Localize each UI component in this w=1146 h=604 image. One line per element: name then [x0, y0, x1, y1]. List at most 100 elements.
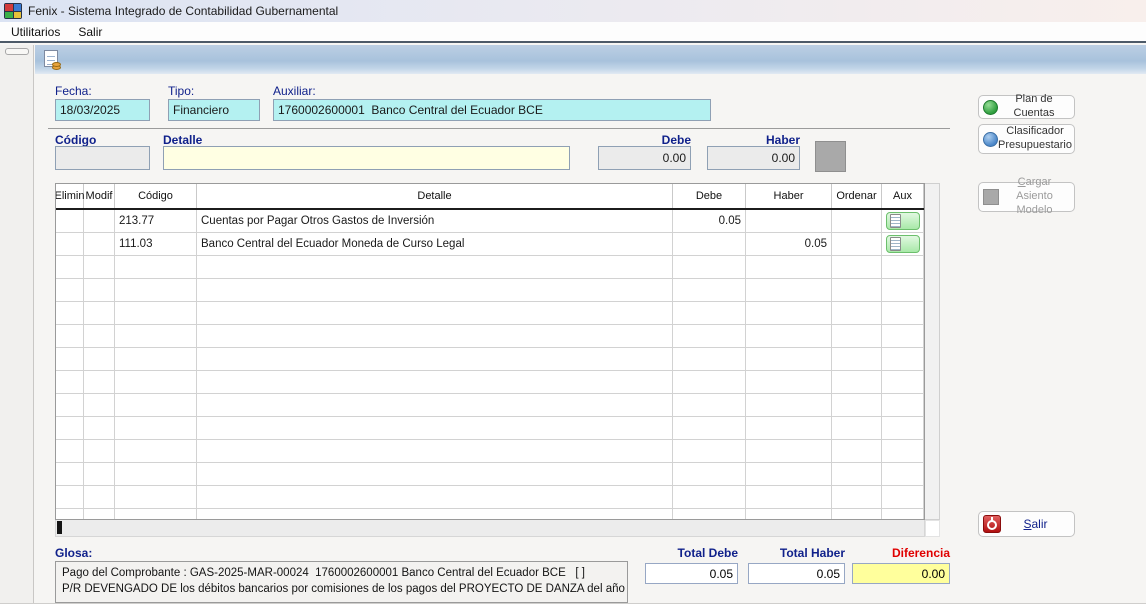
cell-detalle[interactable]: Banco Central del Ecuador Moneda de Curs… [197, 233, 673, 256]
dock-panel-grip[interactable] [5, 48, 29, 55]
cell-detalle [197, 394, 673, 417]
table-row [56, 509, 924, 520]
cell-debe[interactable]: 0.05 [673, 210, 746, 233]
cell-detalle [197, 348, 673, 371]
vertical-scrollbar[interactable] [925, 183, 940, 520]
debe-input[interactable]: 0.00 [598, 146, 691, 170]
table-row[interactable]: 213.77Cuentas por Pagar Otros Gastos de … [56, 210, 924, 233]
cell-aux[interactable] [882, 233, 924, 256]
cell-debe [673, 256, 746, 279]
menu-item-salir[interactable]: Salir [69, 23, 111, 41]
aux-button[interactable] [886, 235, 920, 253]
cell-codigo [115, 509, 197, 520]
plan-de-cuentas-label: Plan de Cuentas [998, 93, 1070, 121]
header-codigo: Código [115, 184, 197, 208]
glosa-textbox[interactable]: Pago del Comprobante : GAS-2025-MAR-0002… [55, 561, 628, 603]
cell-debe [673, 394, 746, 417]
cell-detalle [197, 325, 673, 348]
cell-codigo[interactable]: 111.03 [115, 233, 197, 256]
cell-haber [746, 348, 832, 371]
cell-modif[interactable] [84, 233, 115, 256]
notepad-icon [890, 237, 901, 251]
table-row[interactable]: 111.03Banco Central del Ecuador Moneda d… [56, 233, 924, 256]
cell-codigo [115, 394, 197, 417]
entries-table: Elimin Modif Código Detalle Debe Haber O… [55, 183, 925, 520]
salir-rest: alir [1032, 517, 1048, 531]
cell-codigo [115, 348, 197, 371]
cell-haber[interactable]: 0.05 [746, 233, 832, 256]
total-debe-label: Total Debe [645, 546, 738, 560]
cell-debe [673, 302, 746, 325]
cell-debe [673, 371, 746, 394]
cell-aux [882, 256, 924, 279]
cell-haber [746, 440, 832, 463]
auxiliar-input[interactable]: 1760002600001 Banco Central del Ecuador … [273, 99, 711, 121]
cell-haber[interactable] [746, 210, 832, 233]
table-row [56, 463, 924, 486]
cell-ordenar [832, 486, 882, 509]
header-modif: Modif [84, 184, 115, 208]
menu-bar: Utilitarios Salir [0, 22, 1146, 43]
cell-debe [673, 463, 746, 486]
cell-detalle [197, 256, 673, 279]
header-detalle: Detalle [197, 184, 673, 208]
cell-elimin[interactable] [56, 210, 84, 233]
cell-detalle [197, 302, 673, 325]
cell-detalle [197, 417, 673, 440]
codigo-input[interactable] [55, 146, 150, 170]
table-row [56, 279, 924, 302]
cell-elimin [56, 463, 84, 486]
auxiliar-label: Auxiliar: [273, 84, 316, 98]
cell-haber [746, 302, 832, 325]
cell-debe [673, 509, 746, 520]
salir-button[interactable]: Salir [978, 511, 1075, 537]
cell-ordenar[interactable] [832, 210, 882, 233]
horizontal-scrollbar[interactable] [55, 520, 925, 537]
debe-label: Debe [598, 133, 691, 147]
document-coins-icon[interactable] [43, 50, 63, 70]
cell-elimin [56, 279, 84, 302]
plan-de-cuentas-button[interactable]: Plan de Cuentas [978, 95, 1075, 119]
cell-ordenar [832, 256, 882, 279]
cell-debe[interactable] [673, 233, 746, 256]
cell-aux[interactable] [882, 210, 924, 233]
cell-detalle [197, 509, 673, 520]
cell-detalle[interactable]: Cuentas por Pagar Otros Gastos de Invers… [197, 210, 673, 233]
haber-input[interactable]: 0.00 [707, 146, 800, 170]
horizontal-scrollbar-thumb[interactable] [57, 521, 62, 534]
title-bar: Fenix - Sistema Integrado de Contabilida… [0, 0, 1146, 22]
fecha-input[interactable]: 18/03/2025 [55, 99, 150, 121]
cell-aux [882, 371, 924, 394]
haber-label: Haber [707, 133, 800, 147]
cell-modif [84, 325, 115, 348]
cell-modif[interactable] [84, 210, 115, 233]
cell-codigo [115, 302, 197, 325]
cell-haber [746, 325, 832, 348]
cell-modif [84, 302, 115, 325]
aux-button[interactable] [886, 212, 920, 230]
detalle-input[interactable] [163, 146, 570, 170]
menu-item-utilitarios[interactable]: Utilitarios [2, 23, 69, 41]
header-aux: Aux [882, 184, 924, 208]
clasificador-presupuestario-button[interactable]: Clasificador Presupuestario [978, 124, 1075, 154]
cell-elimin [56, 348, 84, 371]
cell-elimin[interactable] [56, 233, 84, 256]
cargar-asiento-modelo-button[interactable]: Cargar Asiento Modelo [978, 182, 1075, 212]
cell-haber [746, 463, 832, 486]
entry-action-button[interactable] [815, 141, 846, 172]
cell-modif [84, 371, 115, 394]
diferencia-field: 0.00 [852, 563, 950, 584]
cell-codigo [115, 256, 197, 279]
table-row [56, 256, 924, 279]
cell-codigo[interactable]: 213.77 [115, 210, 197, 233]
cell-haber [746, 394, 832, 417]
table-header-row: Elimin Modif Código Detalle Debe Haber O… [56, 184, 924, 210]
cell-aux [882, 325, 924, 348]
cell-elimin [56, 440, 84, 463]
cell-ordenar [832, 463, 882, 486]
cell-ordenar[interactable] [832, 233, 882, 256]
cell-haber [746, 509, 832, 520]
tipo-input[interactable]: Financiero [168, 99, 260, 121]
salir-accel: S [1023, 517, 1031, 531]
codigo-label: Código [55, 133, 96, 147]
